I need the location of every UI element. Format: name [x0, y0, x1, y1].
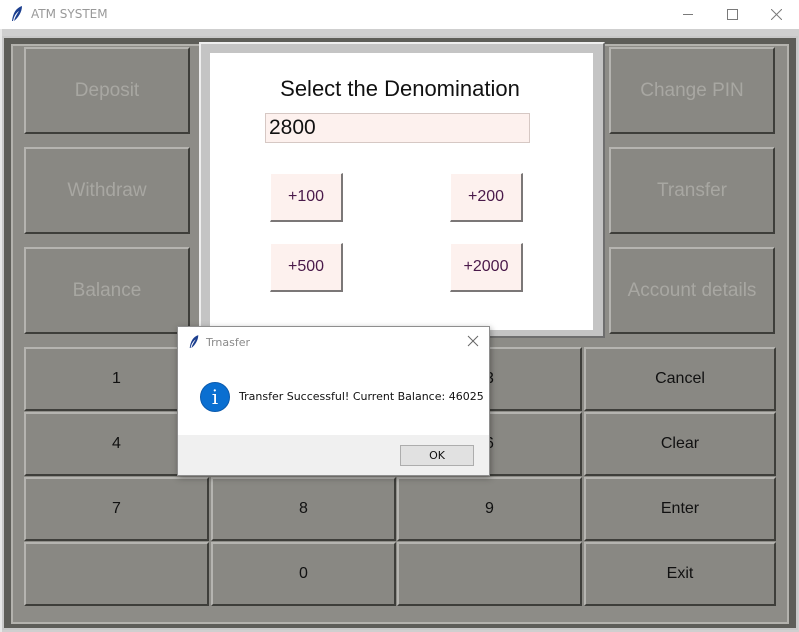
close-icon — [770, 9, 782, 20]
denom-200-button[interactable]: +200 — [450, 173, 523, 222]
feather-icon — [189, 335, 199, 348]
account-details-button[interactable]: Account details — [609, 247, 775, 334]
maximize-icon — [726, 9, 738, 20]
enter-button[interactable]: Enter — [584, 477, 776, 541]
denom-500-button[interactable]: +500 — [270, 243, 343, 292]
dialog-titlebar: Trnasfer — [178, 327, 489, 357]
info-icon: i — [200, 382, 230, 412]
dialog-footer: OK — [178, 435, 489, 475]
withdraw-button[interactable]: Withdraw — [24, 147, 190, 234]
transfer-button[interactable]: Transfer — [609, 147, 775, 234]
key-blank-right[interactable] — [397, 542, 582, 606]
dialog-title: Trnasfer — [206, 336, 251, 349]
denom-100-button[interactable]: +100 — [270, 173, 343, 222]
deposit-button[interactable]: Deposit — [24, 47, 190, 134]
key-blank-left[interactable] — [24, 542, 209, 606]
minimize-button[interactable] — [665, 0, 711, 29]
feather-icon — [12, 6, 22, 21]
key-7[interactable]: 7 — [24, 477, 209, 541]
key-9[interactable]: 9 — [397, 477, 582, 541]
close-icon[interactable] — [465, 333, 481, 349]
cancel-button[interactable]: Cancel — [584, 347, 776, 411]
transfer-dialog: Trnasfer i Transfer Successful! Current … — [177, 326, 490, 476]
key-8[interactable]: 8 — [211, 477, 396, 541]
dialog-message: Transfer Successful! Current Balance: 46… — [239, 390, 484, 403]
change-pin-button[interactable]: Change PIN — [609, 47, 775, 134]
close-button[interactable] — [753, 0, 799, 29]
key-0[interactable]: 0 — [211, 542, 396, 606]
clear-button[interactable]: Clear — [584, 412, 776, 476]
denom-2000-button[interactable]: +2000 — [450, 243, 523, 292]
amount-input[interactable]: 2800 — [265, 113, 530, 143]
exit-button[interactable]: Exit — [584, 542, 776, 606]
window-title: ATM SYSTEM — [31, 7, 108, 21]
screen-title: Select the Denomination — [280, 76, 520, 101]
window-titlebar: ATM SYSTEM — [0, 0, 799, 29]
maximize-button[interactable] — [709, 0, 755, 29]
minimize-icon — [682, 14, 693, 15]
ok-button[interactable]: OK — [400, 445, 474, 466]
balance-button[interactable]: Balance — [24, 247, 190, 334]
